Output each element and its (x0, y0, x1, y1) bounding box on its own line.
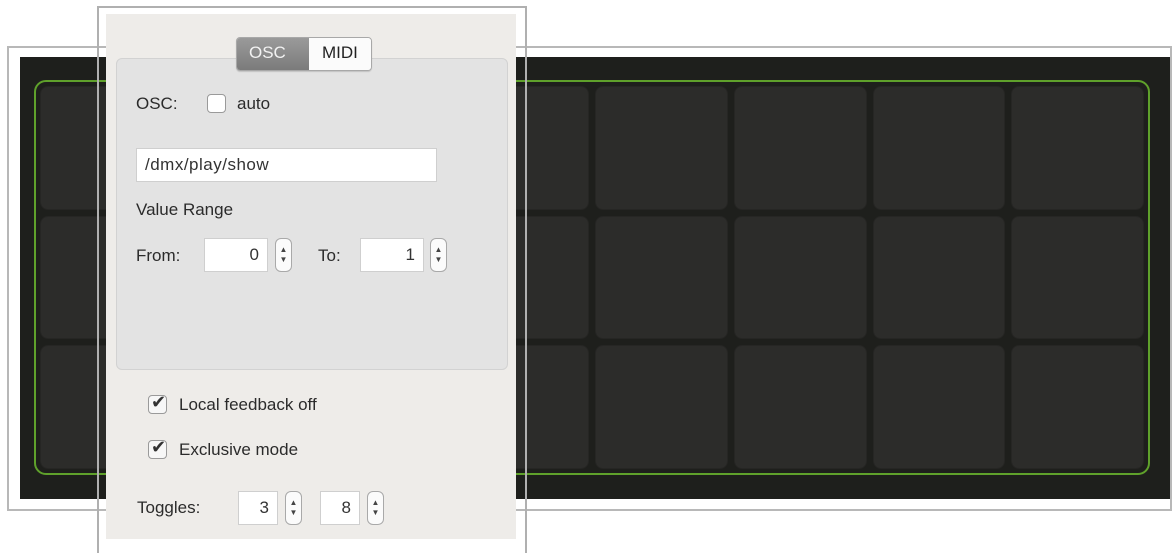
stepper-up-icon[interactable]: ▲ (435, 245, 443, 255)
toggle-cell[interactable] (595, 86, 728, 210)
toggle-cell[interactable] (595, 345, 728, 469)
stepper-down-icon[interactable]: ▼ (280, 255, 288, 265)
local-feedback-label: Local feedback off (179, 395, 317, 414)
osc-label: OSC: (136, 94, 178, 113)
toggle-cell[interactable] (733, 345, 867, 469)
stepper-up-icon[interactable]: ▲ (280, 245, 288, 255)
tab-midi[interactable]: MIDI (309, 38, 371, 70)
toggles-label: Toggles: (137, 498, 201, 517)
toggles-columns-field[interactable]: 3 (238, 491, 278, 525)
toggle-cell[interactable] (1011, 86, 1144, 210)
tab-osc[interactable]: OSC (237, 38, 309, 70)
toggle-cell[interactable] (733, 86, 867, 210)
toggle-cell[interactable] (733, 215, 867, 340)
toggle-cell[interactable] (1011, 215, 1144, 340)
exclusive-mode-checkbox[interactable] (148, 437, 167, 459)
stepper-down-icon[interactable]: ▼ (435, 255, 443, 265)
stepper-up-icon[interactable]: ▲ (372, 498, 380, 508)
to-value-field[interactable]: 1 (360, 238, 424, 272)
stepper-down-icon[interactable]: ▼ (372, 508, 380, 518)
from-stepper[interactable]: ▲ ▼ (275, 238, 292, 272)
from-label: From: (136, 246, 181, 265)
toggle-cell[interactable] (872, 86, 1006, 210)
stepper-up-icon[interactable]: ▲ (290, 498, 298, 508)
toggle-cell[interactable] (1011, 345, 1144, 469)
inspector-panel: OSC MIDI OSC: auto Value Range From: 0 ▲… (106, 14, 516, 539)
toggles-columns-stepper[interactable]: ▲ ▼ (285, 491, 302, 525)
to-stepper[interactable]: ▲ ▼ (430, 238, 447, 272)
toggles-rows-field[interactable]: 8 (320, 491, 360, 525)
toggles-rows-stepper[interactable]: ▲ ▼ (367, 491, 384, 525)
toggle-cell[interactable] (872, 215, 1006, 340)
local-feedback-checkbox[interactable] (148, 392, 167, 414)
stepper-down-icon[interactable]: ▼ (290, 508, 298, 518)
osc-address-input[interactable] (136, 148, 437, 182)
auto-label: auto (237, 94, 271, 113)
toggle-cell[interactable] (595, 215, 728, 340)
tab-bar: OSC MIDI (236, 37, 372, 71)
toggle-cell[interactable] (872, 345, 1006, 469)
exclusive-mode-label: Exclusive mode (179, 440, 299, 459)
auto-checkbox[interactable] (207, 94, 226, 113)
value-range-title: Value Range (136, 200, 234, 219)
to-label: To: (318, 246, 341, 265)
from-value-field[interactable]: 0 (204, 238, 268, 272)
